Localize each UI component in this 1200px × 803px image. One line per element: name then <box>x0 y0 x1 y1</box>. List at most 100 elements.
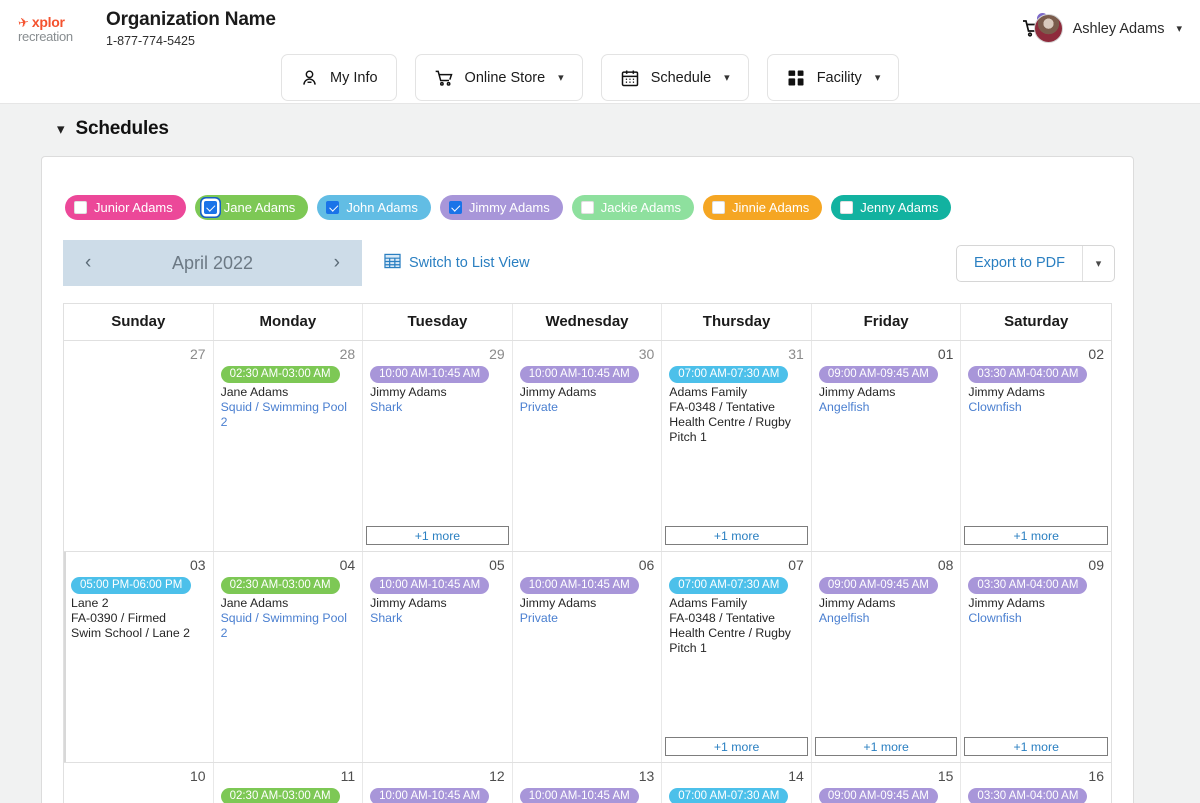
day-number: 13 <box>516 768 659 786</box>
event-time-badge: 07:00 AM-07:30 AM <box>669 788 788 803</box>
checkbox-icon[interactable] <box>326 201 339 214</box>
show-more-events-button[interactable]: +1 more <box>665 737 808 756</box>
calendar-day-cell[interactable]: 1210:00 AM-10:45 AMJimmy AdamsShark <box>363 763 513 803</box>
calendar-day-header: Friday <box>812 304 962 340</box>
calendar-day-cell[interactable]: 0903:30 AM-04:00 AMJimmy AdamsClownfish+… <box>961 552 1111 762</box>
show-more-events-button[interactable]: +1 more <box>964 737 1108 756</box>
calendar-event[interactable]: 09:00 AM-09:45 AMJimmy AdamsAngelfish <box>815 364 958 415</box>
member-chip[interactable]: Jimmy Adams <box>440 195 563 220</box>
member-chip[interactable]: Jackie Adams <box>572 195 694 220</box>
event-program-link[interactable]: Angelfish <box>819 611 954 626</box>
calendar-day-cell[interactable]: 3107:00 AM-07:30 AMAdams FamilyFA-0348 /… <box>662 341 812 551</box>
event-program-link[interactable]: Clownfish <box>968 611 1104 626</box>
day-number: 28 <box>217 346 360 364</box>
event-time-badge: 03:30 AM-04:00 AM <box>968 788 1087 803</box>
calendar-event[interactable]: 09:00 AM-09:45 AMJimmy AdamsAngelfish <box>815 786 958 803</box>
checkbox-icon[interactable] <box>204 201 217 214</box>
chevron-left-icon[interactable]: ‹ <box>85 252 91 274</box>
calendar-day-cell[interactable]: 0510:00 AM-10:45 AMJimmy AdamsShark <box>363 552 513 762</box>
chevron-right-icon[interactable]: › <box>334 252 340 274</box>
calendar-event[interactable]: 03:30 AM-04:00 AMJimmy AdamsClownfish <box>964 575 1108 626</box>
person-icon <box>300 68 319 87</box>
calendar-day-cell[interactable]: 0610:00 AM-10:45 AMJimmy AdamsPrivate <box>513 552 663 762</box>
calendar-day-cell[interactable]: 3010:00 AM-10:45 AMJimmy AdamsPrivate <box>513 341 663 551</box>
calendar-event[interactable]: 10:00 AM-10:45 AMJimmy AdamsPrivate <box>516 364 659 415</box>
calendar-day-cell[interactable]: 1603:30 AM-04:00 AMJimmy AdamsClownfish <box>961 763 1111 803</box>
switch-to-list-view-button[interactable]: Switch to List View <box>384 253 530 274</box>
calendar-event[interactable]: 10:00 AM-10:45 AMJimmy AdamsShark <box>366 364 509 415</box>
show-more-events-button[interactable]: +1 more <box>815 737 958 756</box>
event-program-link[interactable]: Clownfish <box>968 400 1104 415</box>
member-chip[interactable]: Jane Adams <box>195 195 309 220</box>
calendar-day-cell[interactable]: 0707:00 AM-07:30 AMAdams FamilyFA-0348 /… <box>662 552 812 762</box>
calendar-event[interactable]: 07:00 AM-07:30 AMAdams FamilyFA-0348 / T… <box>665 364 808 445</box>
calendar-day-cell[interactable]: 1509:00 AM-09:45 AMJimmy AdamsAngelfish <box>812 763 962 803</box>
nav-button-online-store[interactable]: Online Store ▾ <box>415 54 583 101</box>
event-program-link[interactable]: Private <box>520 400 655 415</box>
event-time-badge: 10:00 AM-10:45 AM <box>520 366 639 384</box>
calendar-day-cell[interactable]: 2910:00 AM-10:45 AMJimmy AdamsShark+1 mo… <box>363 341 513 551</box>
calendar-event[interactable]: 02:30 AM-03:00 AMJane AdamsSquid / Swimm… <box>217 364 360 430</box>
nav-button-my-info[interactable]: My Info <box>281 54 397 101</box>
calendar-event[interactable]: 10:00 AM-10:45 AMJimmy AdamsShark <box>366 575 509 626</box>
calendar-event[interactable]: 07:00 AM-07:30 AMAdams FamilyFA-0348 / T… <box>665 575 808 656</box>
calendar-week-row: 101102:30 AM-03:00 AMJane AdamsSquid / S… <box>64 762 1111 803</box>
calendar-event[interactable]: 07:00 AM-07:30 AMAdams FamilyFA-0348 / T… <box>665 786 808 803</box>
schedules-card: Junior Adams Jane Adams John Adams Jimmy Ad… <box>41 156 1134 803</box>
checkbox-icon[interactable] <box>449 201 462 214</box>
checkbox-icon[interactable] <box>712 201 725 214</box>
day-number: 03 <box>67 557 210 575</box>
calendar-day-cell[interactable]: 0305:00 PM-06:00 PMLane 2FA-0390 / Firme… <box>64 552 214 762</box>
calendar-day-cell[interactable]: 27 <box>64 341 214 551</box>
day-number: 11 <box>217 768 360 786</box>
show-more-events-button[interactable]: +1 more <box>964 526 1108 545</box>
calendar-event[interactable]: 10:00 AM-10:45 AMJimmy AdamsShark <box>366 786 509 803</box>
calendar-day-cell[interactable]: 0109:00 AM-09:45 AMJimmy AdamsAngelfish <box>812 341 962 551</box>
event-program-link[interactable]: Angelfish <box>819 400 954 415</box>
calendar-day-cell[interactable]: 1407:00 AM-07:30 AMAdams FamilyFA-0348 /… <box>662 763 812 803</box>
brand-logo[interactable]: ✈ xplor recreation <box>18 14 96 44</box>
export-to-pdf-button[interactable]: Export to PDF <box>957 246 1082 281</box>
calendar-event[interactable]: 03:30 AM-04:00 AMJimmy AdamsClownfish <box>964 364 1108 415</box>
show-more-events-button[interactable]: +1 more <box>665 526 808 545</box>
calendar-day-cell[interactable]: 2802:30 AM-03:00 AMJane AdamsSquid / Swi… <box>214 341 364 551</box>
export-dropdown-toggle[interactable]: ▾ <box>1082 246 1114 281</box>
calendar-day-cell[interactable]: 1102:30 AM-03:00 AMJane AdamsSquid / Swi… <box>214 763 364 803</box>
chevron-down-icon: ▾ <box>1176 22 1182 35</box>
calendar-day-cell[interactable]: 0809:00 AM-09:45 AMJimmy AdamsAngelfish+… <box>812 552 962 762</box>
checkbox-icon[interactable] <box>581 201 594 214</box>
show-more-events-button[interactable]: +1 more <box>366 526 509 545</box>
event-program-link[interactable]: Shark <box>370 400 505 415</box>
calendar-day-header: Thursday <box>662 304 812 340</box>
event-program-link[interactable]: Squid / Swimming Pool 2 <box>221 400 356 430</box>
checkbox-icon[interactable] <box>840 201 853 214</box>
calendar-event[interactable]: 10:00 AM-10:45 AMJimmy AdamsPrivate <box>516 786 659 803</box>
nav-button-schedule[interactable]: Schedule ▾ <box>601 54 749 101</box>
day-number: 14 <box>665 768 808 786</box>
checkbox-icon[interactable] <box>74 201 87 214</box>
calendar-event[interactable]: 02:30 AM-03:00 AMJane AdamsSquid / Swimm… <box>217 575 360 641</box>
nav-button-facility[interactable]: Facility ▾ <box>767 54 900 101</box>
calendar-day-cell[interactable]: 0402:30 AM-03:00 AMJane AdamsSquid / Swi… <box>214 552 364 762</box>
event-time-badge: 02:30 AM-03:00 AM <box>221 788 340 803</box>
member-chip[interactable]: Junior Adams <box>65 195 186 220</box>
calendar-event[interactable]: 09:00 AM-09:45 AMJimmy AdamsAngelfish <box>815 575 958 626</box>
calendar-event[interactable]: 03:30 AM-04:00 AMJimmy AdamsClownfish <box>964 786 1108 803</box>
member-chip[interactable]: John Adams <box>317 195 431 220</box>
calendar-day-cell[interactable]: 1310:00 AM-10:45 AMJimmy AdamsPrivate <box>513 763 663 803</box>
user-menu[interactable]: Ashley Adams ▾ <box>1034 14 1182 43</box>
calendar-event[interactable]: 10:00 AM-10:45 AMJimmy AdamsPrivate <box>516 575 659 626</box>
calendar-day-cell[interactable]: 0203:30 AM-04:00 AMJimmy AdamsClownfish+… <box>961 341 1111 551</box>
event-program-link[interactable]: Squid / Swimming Pool 2 <box>221 611 356 641</box>
calendar-day-cell[interactable]: 10 <box>64 763 214 803</box>
event-program-link[interactable]: Private <box>520 611 655 626</box>
event-title: Jimmy Adams <box>520 385 655 400</box>
schedules-section-header[interactable]: ▾ Schedules <box>0 104 1200 140</box>
event-program-link[interactable]: Shark <box>370 611 505 626</box>
calendar-event[interactable]: 02:30 AM-03:00 AMJane AdamsSquid / Swimm… <box>217 786 360 803</box>
member-chip[interactable]: Jinnie Adams <box>703 195 822 220</box>
calendar-day-header: Wednesday <box>513 304 663 340</box>
calendar-event[interactable]: 05:00 PM-06:00 PMLane 2FA-0390 / FirmedS… <box>67 575 210 641</box>
member-chip[interactable]: Jenny Adams <box>831 195 951 220</box>
nav-label-facility: Facility <box>817 70 862 86</box>
